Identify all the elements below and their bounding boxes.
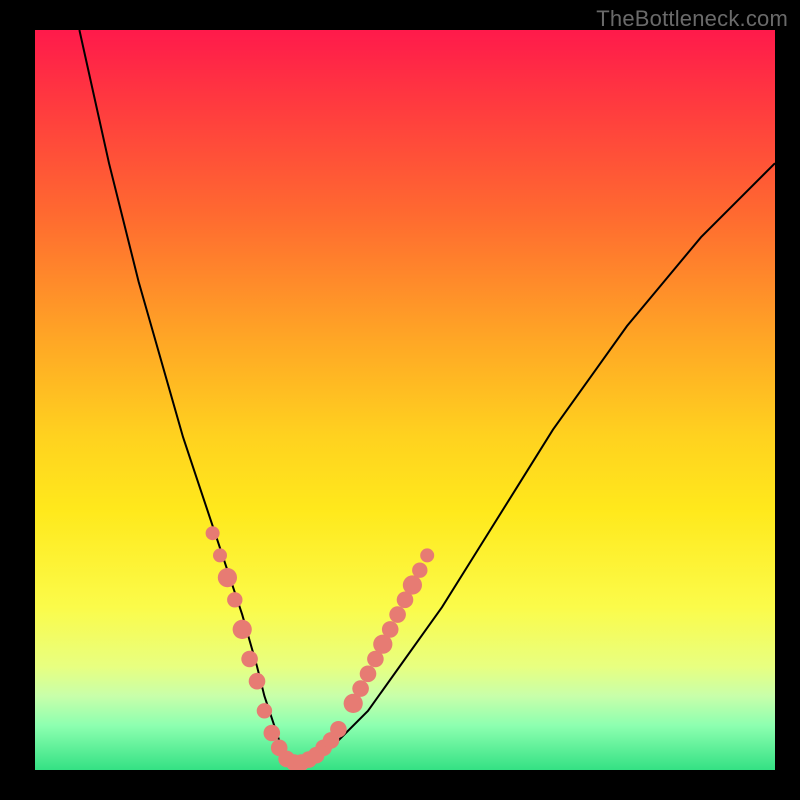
data-marker (206, 526, 220, 540)
data-marker (213, 548, 227, 562)
bottleneck-curve (79, 30, 775, 763)
data-marker (382, 621, 399, 638)
data-marker (360, 666, 377, 683)
data-marker (412, 563, 427, 578)
data-marker (330, 721, 347, 738)
data-marker (233, 620, 252, 639)
curve-svg (35, 30, 775, 770)
data-marker (241, 651, 258, 668)
chart-frame: TheBottleneck.com (0, 0, 800, 800)
plot-area (35, 30, 775, 770)
data-marker (352, 680, 369, 697)
data-marker (420, 548, 434, 562)
data-marker (257, 703, 272, 718)
data-marker (218, 568, 237, 587)
data-marker (389, 606, 406, 623)
data-marker (403, 575, 422, 594)
data-marker (249, 673, 266, 690)
watermark-text: TheBottleneck.com (596, 6, 788, 32)
data-markers (206, 526, 435, 770)
data-marker (264, 725, 281, 742)
data-marker (227, 592, 242, 607)
